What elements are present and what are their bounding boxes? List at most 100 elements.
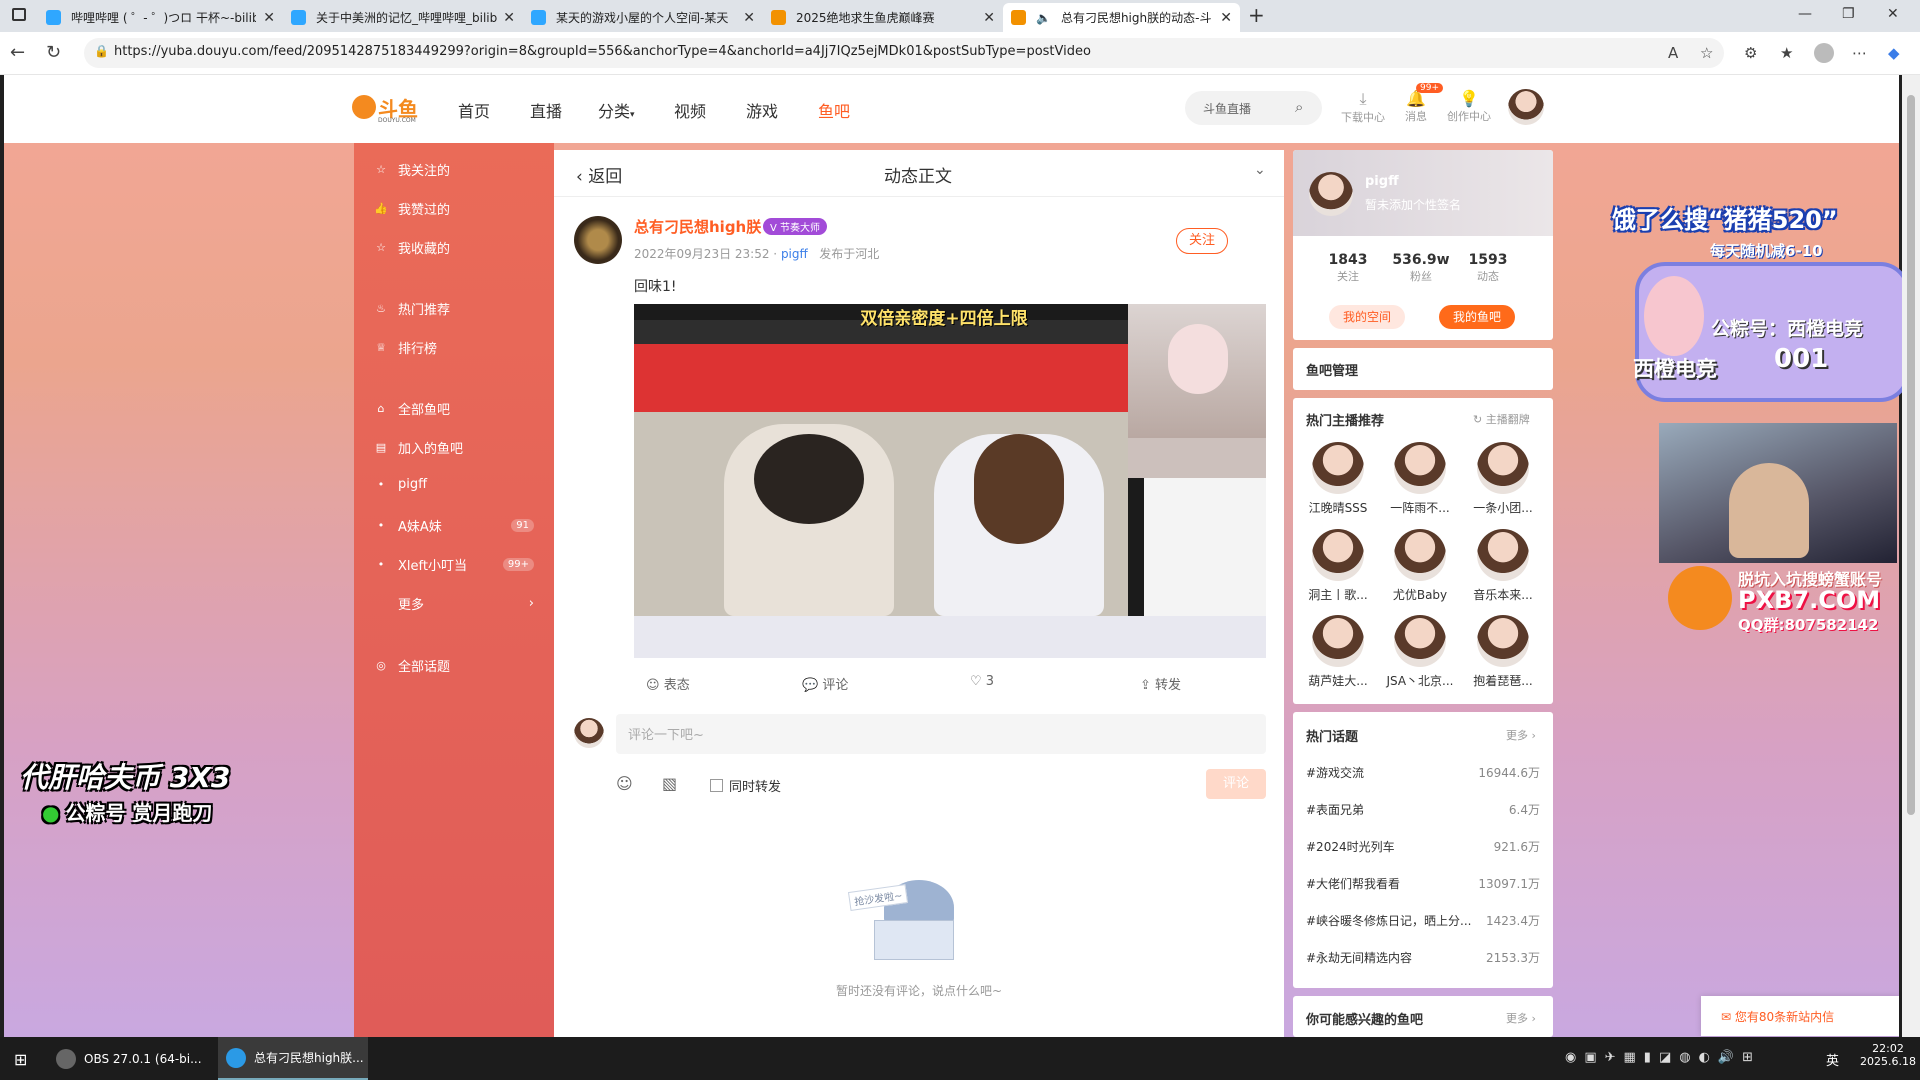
lock-icon[interactable]: 🔒 [94, 44, 109, 58]
my-space-button[interactable]: 我的空间 [1329, 305, 1405, 329]
ime-indicator[interactable]: 英 [1826, 1050, 1839, 1069]
close-window-button[interactable]: ✕ [1887, 6, 1899, 22]
back-button[interactable]: ‹ 返回 [576, 162, 622, 187]
follow-button[interactable]: 关注 [1176, 228, 1228, 254]
nav-yuba[interactable]: 鱼吧 [818, 98, 850, 122]
chevron-down-icon[interactable]: ⌄ [1254, 162, 1266, 178]
windows-start-icon[interactable]: ⊞ [14, 1050, 27, 1069]
minimize-button[interactable]: — [1798, 6, 1812, 22]
sidebar-group-xleft[interactable]: • Xleft小叮当 99+ [374, 555, 534, 574]
video-player[interactable]: 双倍亲密度+四倍上限 [634, 304, 1266, 658]
submit-comment-button[interactable]: 评论 [1206, 769, 1266, 799]
browser-tab-2[interactable]: 关于中美洲的记忆_哔哩哔哩_bilib ✕ [283, 3, 523, 32]
scrollbar-thumb[interactable] [1907, 95, 1915, 815]
author-name[interactable]: 总有刁民想high朕 [634, 216, 761, 237]
sidebar-item-topics[interactable]: ◎ 全部话题 [374, 656, 534, 675]
close-icon[interactable]: ✕ [1220, 10, 1232, 26]
refresh-anchors[interactable]: ↻ 主播翻牌 [1473, 411, 1530, 427]
image-icon[interactable]: ▧ [662, 774, 677, 793]
anchor-card[interactable]: 尤优Baby [1385, 529, 1455, 603]
sidebar-item-joined[interactable]: ▤ 加入的鱼吧 [374, 438, 534, 457]
maybe-like-more[interactable]: 更多 › [1506, 1010, 1536, 1026]
comment-input[interactable]: 评论一下吧~ [616, 714, 1266, 754]
browser-tab-3[interactable]: 某天的游戏小屋的个人空间-某天 ✕ [523, 3, 763, 32]
topic-item[interactable]: #表面兄弟 6.4万 [1306, 801, 1540, 818]
repost-checkbox[interactable]: 同时转发 [710, 776, 781, 795]
anchor-card[interactable]: 洞主丨歌... [1303, 529, 1373, 603]
search-box[interactable]: 斗鱼直播 ⌕ [1185, 91, 1322, 125]
nav-game[interactable]: 游戏 [746, 98, 778, 122]
hot-topics-more[interactable]: 更多 › [1506, 727, 1536, 743]
read-aloud-icon[interactable]: A [1668, 44, 1678, 62]
close-icon[interactable]: ✕ [503, 10, 515, 26]
profile-icon[interactable] [1814, 43, 1834, 63]
manage-card[interactable]: 鱼吧管理 [1293, 348, 1553, 390]
nav-video[interactable]: 视频 [674, 98, 706, 122]
sidebar-item-ranking[interactable]: ♕ 排行榜 [374, 338, 534, 357]
emoji-icon[interactable]: ☺ [616, 774, 633, 793]
topic-item[interactable]: #大佬们帮我看看 13097.1万 [1306, 875, 1540, 892]
stat-fans[interactable]: 536.9w 粉丝 [1391, 252, 1451, 284]
search-icon[interactable]: ⌕ [1295, 98, 1303, 116]
nav-category[interactable]: 分类▾ [598, 98, 635, 122]
copilot-icon[interactable]: ◆ [1888, 44, 1900, 62]
topic-item[interactable]: #2024时光列车 921.6万 [1306, 838, 1540, 855]
close-icon[interactable]: ✕ [263, 10, 275, 26]
sidebar-item-hot[interactable]: ♨ 热门推荐 [374, 299, 534, 318]
favorite-star-icon[interactable]: ☆ [1700, 44, 1713, 62]
sidebar-group-ameia[interactable]: • A妹A妹 91 [374, 516, 534, 535]
my-yuba-button[interactable]: 我的鱼吧 [1439, 305, 1515, 329]
sidebar-item-more[interactable]: 更多 › [374, 594, 534, 613]
messages[interactable]: 🔔 消息 [1396, 89, 1436, 124]
anchor-card[interactable]: 抱着琵琶... [1468, 615, 1538, 689]
nav-home[interactable]: 首页 [458, 98, 490, 122]
nav-live[interactable]: 直播 [530, 98, 562, 122]
stat-posts[interactable]: 1593 动态 [1463, 252, 1513, 284]
comment-button[interactable]: 💬 评论 [802, 674, 848, 693]
group-link[interactable]: pigff [781, 247, 808, 261]
maximize-button[interactable]: ❐ [1842, 6, 1855, 22]
profile-name[interactable]: pigff [1365, 174, 1399, 189]
stat-following[interactable]: 1843 关注 [1323, 252, 1373, 284]
tab-actions-icon[interactable] [12, 8, 26, 21]
clock[interactable]: 22:02 2025.6.18 [1860, 1042, 1916, 1068]
favorites-icon[interactable]: ★ [1780, 44, 1793, 62]
reload-icon[interactable]: ↻ [46, 42, 61, 63]
react-button[interactable]: ☺ 表态 [646, 674, 690, 693]
user-avatar[interactable] [1508, 89, 1544, 125]
anchor-card[interactable]: 江晚晴SSS [1303, 442, 1373, 516]
more-menu-icon[interactable]: ⋯ [1852, 44, 1867, 62]
browser-tab-1[interactable]: 哔哩哔哩 ( ゜- ゜)つロ 干杯~-bilib ✕ [38, 3, 283, 32]
anchor-card[interactable]: JSA丶北京... [1385, 615, 1455, 689]
extensions-icon[interactable]: ⚙ [1744, 44, 1757, 62]
system-tray-icons[interactable]: ◉▣✈▦▮◪◍◐🔊⊞ [1565, 1050, 1761, 1065]
profile-avatar[interactable] [1309, 172, 1353, 216]
author-avatar[interactable] [574, 216, 622, 264]
anchor-card[interactable]: 音乐本来... [1468, 529, 1538, 603]
close-icon[interactable]: ✕ [743, 10, 755, 26]
sidebar-item-all-groups[interactable]: ⌂ 全部鱼吧 [374, 399, 534, 418]
topic-item[interactable]: #永劫无间精选内容 2153.3万 [1306, 949, 1540, 966]
topic-item[interactable]: #峡谷暖冬修炼日记，晒上分... 1423.4万 [1306, 912, 1540, 929]
back-arrow-icon[interactable]: ← [10, 42, 25, 63]
checkbox[interactable] [710, 779, 723, 792]
page-scrollbar[interactable] [1902, 75, 1920, 1037]
speaker-icon[interactable]: 🔈 [1036, 11, 1051, 25]
taskbar-app-obs[interactable]: OBS 27.0.1 (64-bi... [56, 1037, 216, 1080]
anchor-card[interactable]: 一条小团... [1468, 442, 1538, 516]
new-tab-button[interactable]: + [1248, 3, 1265, 27]
close-icon[interactable]: ✕ [983, 10, 995, 26]
like-button[interactable]: ♡ 3 [970, 674, 994, 689]
anchor-card[interactable]: 一阵雨不... [1385, 442, 1455, 516]
douyu-logo[interactable]: 斗鱼 DOUYU.COM [352, 93, 432, 125]
anchor-card[interactable]: 葫芦娃大... [1303, 615, 1373, 689]
topic-item[interactable]: #游戏交流 16944.6万 [1306, 764, 1540, 781]
sidebar-item-liked[interactable]: 👍 我赞过的 [374, 199, 534, 218]
inbox-notice[interactable]: ✉ 您有80条新站内信 [1701, 996, 1899, 1036]
forward-button[interactable]: ⇪ 转发 [1140, 674, 1181, 693]
taskbar-app-edge[interactable]: 总有刁民想high朕... [218, 1037, 368, 1080]
browser-tab-5[interactable]: 🔈 总有刁民想high朕的动态-斗 ✕ [1003, 3, 1240, 32]
browser-tab-4[interactable]: 2025绝地求生鱼虎巅峰赛 ✕ [763, 3, 1003, 32]
sidebar-group-pigff[interactable]: • pigff [374, 477, 534, 492]
url-field[interactable]: 🔒 https://yuba.douyu.com/feed/20951428751… [84, 38, 1724, 68]
